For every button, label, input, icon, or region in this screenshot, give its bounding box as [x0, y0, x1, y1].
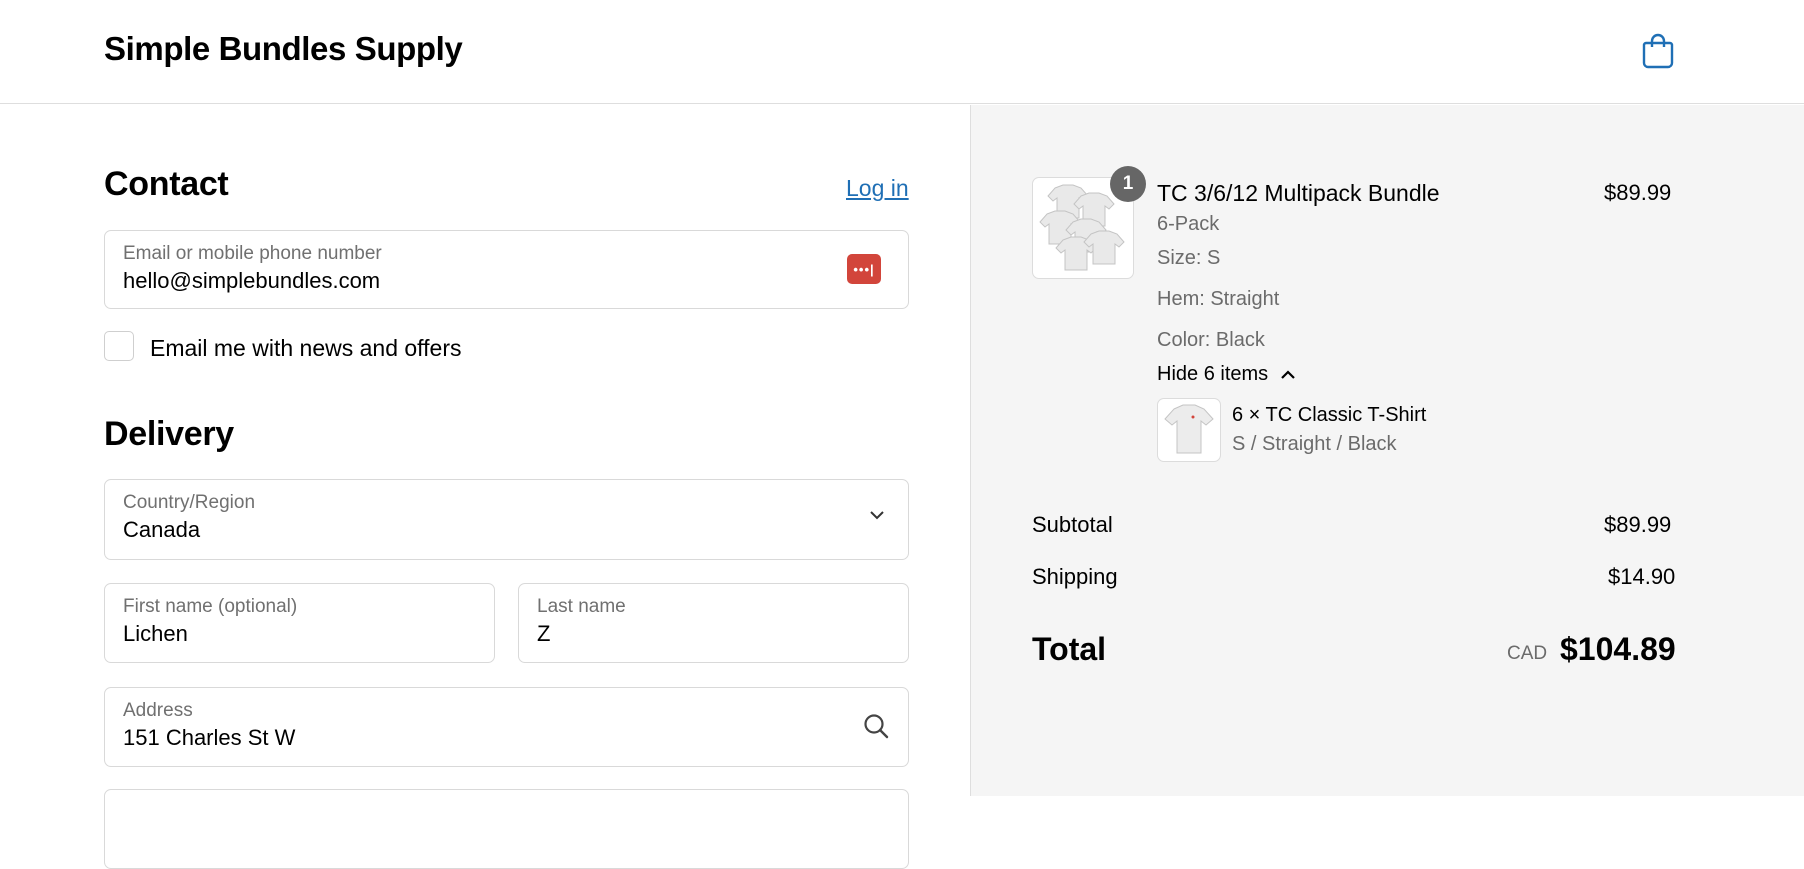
chevron-down-icon: [870, 511, 884, 520]
hide-items-toggle[interactable]: Hide 6 items: [1157, 363, 1296, 386]
email-field-label: Email or mobile phone number: [123, 243, 382, 264]
first-name-label: First name (optional): [123, 596, 298, 617]
sub-item-name: 6 × TC Classic T-Shirt: [1232, 404, 1427, 426]
address-label: Address: [123, 700, 193, 721]
checkout-form: Contact Log in Email or mobile phone num…: [0, 105, 970, 869]
country-value: Canada: [123, 517, 201, 542]
product-hem: Hem: Straight: [1157, 288, 1280, 310]
newsletter-checkbox-label[interactable]: Email me with news and offers: [150, 335, 462, 362]
address-value[interactable]: 151 Charles St W: [123, 725, 295, 751]
currency-code: CAD: [1507, 643, 1548, 664]
hide-items-label: Hide 6 items: [1157, 363, 1269, 385]
contact-heading: Contact: [104, 165, 229, 203]
last-name-label: Last name: [537, 596, 626, 617]
delivery-heading: Delivery: [104, 415, 234, 453]
address-field[interactable]: Address 151 Charles St W: [104, 687, 909, 767]
product-size: Size: S: [1157, 247, 1221, 269]
apartment-field[interactable]: [104, 789, 909, 869]
product-price: $89.99: [1604, 180, 1672, 205]
chevron-up-icon: [1280, 370, 1295, 379]
newsletter-checkbox[interactable]: [104, 331, 134, 361]
product-color: Color: Black: [1157, 329, 1265, 351]
store-brand[interactable]: Simple Bundles Supply: [104, 30, 463, 68]
country-select[interactable]: Country/Region Canada: [104, 479, 909, 560]
login-link[interactable]: Log in: [846, 175, 909, 202]
total-value: $104.89: [1560, 631, 1676, 667]
tshirt-icon: [1164, 404, 1214, 454]
product-variant: 6-Pack: [1157, 213, 1220, 235]
last-name-value[interactable]: Z: [537, 621, 550, 647]
sub-item-image: [1157, 398, 1221, 462]
sub-item-options: S / Straight / Black: [1232, 433, 1397, 455]
total-label: Total: [1032, 631, 1107, 667]
quantity-badge: 1: [1110, 166, 1146, 202]
country-label: Country/Region: [123, 492, 256, 513]
password-key-glyph: •••|: [853, 261, 875, 277]
search-icon: [864, 714, 889, 739]
site-header: Simple Bundles Supply: [0, 0, 1804, 104]
cart-button[interactable]: [1638, 30, 1678, 70]
first-name-value[interactable]: Lichen: [123, 621, 188, 647]
password-key-icon[interactable]: •••|: [847, 254, 881, 284]
shipping-value: $14.90: [1608, 564, 1676, 589]
last-name-field[interactable]: Last name Z: [518, 583, 909, 663]
first-name-field[interactable]: First name (optional) Lichen: [104, 583, 495, 663]
product-name: TC 3/6/12 Multipack Bundle: [1157, 180, 1440, 206]
email-field-value[interactable]: hello@simplebundles.com: [123, 268, 380, 294]
subtotal-value: $89.99: [1604, 512, 1672, 537]
subtotal-label: Subtotal: [1032, 512, 1113, 537]
shopping-bag-icon: [1642, 33, 1674, 69]
email-field[interactable]: Email or mobile phone number hello@simpl…: [104, 230, 909, 309]
shipping-label: Shipping: [1032, 564, 1118, 589]
